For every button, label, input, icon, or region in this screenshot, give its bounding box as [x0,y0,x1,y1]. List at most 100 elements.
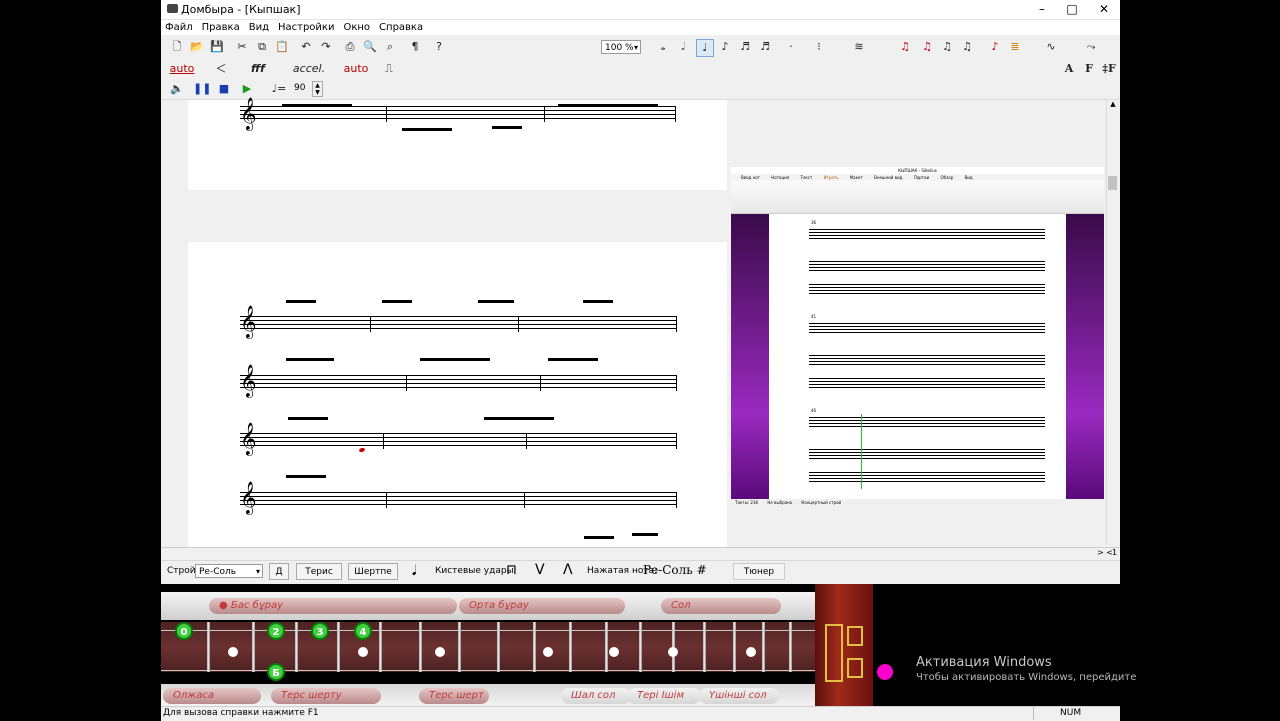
fret-marker-3[interactable]: 3 [311,622,329,640]
minimize-button[interactable]: – [1026,0,1058,19]
menu-edit[interactable]: Правка [202,20,240,35]
overlay-tab[interactable]: Внешний вид [874,175,902,180]
text-tool-icon[interactable]: ⎍ [381,61,397,77]
tempo-spinner[interactable]: ▲ ▼ [312,81,323,97]
reverse-bass-button[interactable]: Терис басу [296,563,342,594]
fret-marker-0[interactable]: 0 [175,622,193,640]
nav-button[interactable]: > < [1097,548,1113,557]
pause-icon[interactable]: ❚❚ [193,81,211,97]
font-a-button[interactable]: A [1061,61,1077,77]
play-icon[interactable]: ▶ [239,81,255,97]
stop-icon[interactable]: ■ [216,81,232,97]
overlay-tab[interactable]: Обзор [941,175,954,180]
context-help-icon[interactable]: ? [431,39,447,55]
scroll-thumb[interactable] [1108,176,1117,190]
menu-help[interactable]: Справка [379,20,423,35]
bottom-button-5[interactable]: Тері Ішім [627,688,701,704]
print-icon[interactable]: ⎙ [342,39,358,55]
overlay-tab[interactable]: Ввод нот [741,175,760,180]
horizontal-scrollbar[interactable]: > < 1 [161,547,1120,560]
tempo-value[interactable]: 90 [294,83,305,93]
bottom-button-1[interactable]: Олжаса [163,688,261,704]
redo-icon[interactable]: ↷ [318,39,334,55]
undo-icon[interactable]: ↶ [298,39,314,55]
tuner-button[interactable]: Тюнер [733,563,785,580]
chord-icon[interactable]: ♪ [987,39,1003,55]
auto-beam-icon[interactable]: ♫ [897,39,913,55]
upstroke-v-icon[interactable]: V [535,562,545,578]
overlay-tab[interactable]: Текст [801,175,813,180]
tuning-select[interactable]: Ре-Соль ▾ [195,564,263,578]
zoom-select[interactable]: 100 % ▾ [601,40,641,54]
overlay-status-item: Концертный строй [801,500,842,505]
tremolo-icon[interactable]: ≋ [851,39,867,55]
fret-marker-4[interactable]: 4 [354,622,372,640]
stroke-note-icon[interactable]: 𝅘𝅥 [412,563,416,579]
maximize-button[interactable]: □ [1056,0,1088,19]
close-button[interactable]: ✕ [1088,0,1120,19]
menu-file[interactable]: Файл [165,20,193,35]
upstroke-caret-icon[interactable]: Λ [563,562,573,578]
menu-view[interactable]: Вид [249,20,269,35]
beam-join-icon[interactable]: ♫ [959,39,975,55]
selected-note[interactable] [358,447,366,453]
eighth-note-icon[interactable]: ♪ [717,39,733,55]
beam-icon[interactable]: ♫ [919,39,935,55]
overlay-tab[interactable]: Играть [824,175,839,180]
bottom-button-2[interactable]: Терс шерту [271,688,381,704]
open-folder-icon[interactable]: 📂 [189,39,205,55]
scroll-up-icon[interactable]: ▲ [1107,100,1119,110]
bottom-button-3[interactable]: Терс шерт [419,688,489,704]
triplet-icon[interactable]: ⁝ [811,39,827,55]
sixteenth-note-icon[interactable]: ♬ [737,39,753,55]
staff[interactable] [240,492,676,508]
vertical-scrollbar[interactable]: ▲ [1106,100,1119,545]
strum-icon[interactable]: ≣ [1007,39,1023,55]
articulation-icon[interactable]: ⤳ [1083,39,1099,55]
bottom-button-6[interactable]: Үшінші сол [699,688,779,704]
staff[interactable] [240,316,676,332]
staff[interactable] [240,106,676,122]
thirty-second-note-icon[interactable]: ♬ [757,39,773,55]
beam-break-icon[interactable]: ♫ [939,39,955,55]
left-button[interactable]: Сол [661,598,781,614]
accel-button[interactable]: accel. [291,61,327,77]
hairpin-icon[interactable]: ＜ [209,61,233,77]
staff[interactable] [240,433,676,449]
fret-marker-2[interactable]: 2 [267,622,285,640]
title-bar: Домбыра - [Кыпшак] – □ ✕ [161,0,1120,20]
paste-icon[interactable]: 📋 [274,39,290,55]
save-icon[interactable]: 💾 [209,39,225,55]
dot-icon[interactable]: · [783,39,799,55]
bottom-button-4[interactable]: Шал сол [561,688,631,704]
new-file-icon[interactable]: 🗋 [169,39,185,55]
downstroke-icon[interactable]: ⊓ [506,562,517,578]
whole-note-icon[interactable]: 𝅝 [655,39,671,55]
fret-marker-b[interactable]: Б [267,663,285,681]
quarter-note-icon[interactable]: ♩ [696,39,714,57]
overlay-tab[interactable]: Макет [850,175,863,180]
pilcrow-icon[interactable]: ¶ [407,39,423,55]
speaker-icon[interactable]: 🔈 [169,81,185,97]
middle-tuning-button[interactable]: Орта бұрау [459,598,625,614]
half-note-icon[interactable]: 𝅗𝅥 [675,39,691,55]
d-button[interactable]: Д [269,563,289,580]
font-ff-button[interactable]: ‡F [1101,61,1117,77]
print-preview-icon[interactable]: 🔍 [362,39,378,55]
font-f-button[interactable]: F [1081,61,1097,77]
dynamics-button[interactable]: fff [247,61,269,77]
menu-window[interactable]: Окно [343,20,370,35]
overlay-tab[interactable]: Партии [914,175,930,180]
overlay-tab[interactable]: Нотация [771,175,789,180]
staff[interactable] [240,375,676,391]
shertpe-button[interactable]: Шертпе [348,563,398,580]
auto-tempo-button[interactable]: auto [343,61,369,77]
bass-tuning-button[interactable]: ● Бас бұрау [209,598,457,614]
overlay-tab[interactable]: Вид [965,175,973,180]
menu-settings[interactable]: Настройки [278,20,334,35]
find-icon[interactable]: ⌕ [382,39,398,55]
copy-icon[interactable]: ⧉ [254,39,270,55]
auto-dynamics-button[interactable]: auto [167,61,197,77]
cut-icon[interactable]: ✂ [234,39,250,55]
ornament-icon[interactable]: ∿ [1043,39,1059,55]
